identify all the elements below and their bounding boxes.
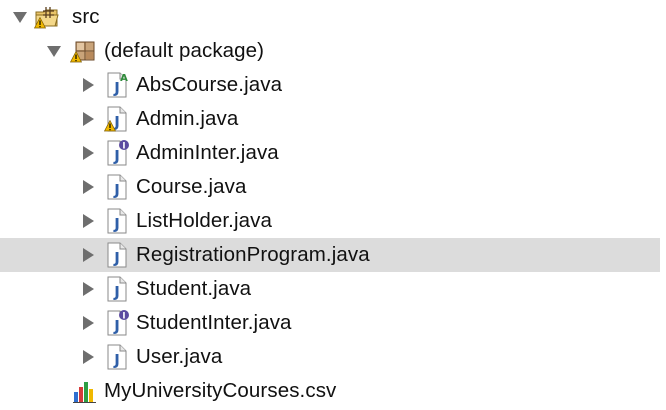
tree-row-file[interactable]: ListHolder.java [0,204,660,238]
java-file-icon [104,106,127,132]
tree-row-src[interactable]: src [0,0,660,34]
svg-text:I: I [122,142,125,152]
tree-row-file[interactable]: A AbsCourse.java [0,68,660,102]
tree-row-label: ListHolder.java [136,209,272,232]
tree-row-file[interactable]: Admin.java [0,102,660,136]
expand-chevron-right-icon[interactable] [80,77,96,93]
tree-row-label: User.java [136,345,223,368]
tree-row-file[interactable]: User.java [0,340,660,374]
expand-chevron-right-icon[interactable] [80,247,96,263]
java-file-icon [107,276,127,302]
source-folder-icon [34,7,59,29]
tree-row-file[interactable]: I StudentInter.java [0,306,660,340]
expand-chevron-down-icon[interactable] [12,9,28,25]
tree-row-label: Admin.java [136,107,239,130]
tree-row-label: StudentInter.java [136,311,292,334]
java-interface-icon: I [107,310,129,336]
expand-chevron-right-icon[interactable] [80,349,96,365]
expand-chevron-down-icon[interactable] [46,43,62,59]
java-interface-icon: I [107,140,129,166]
expand-chevron-right-icon[interactable] [80,145,96,161]
package-explorer: { "tree": { "src_folder": { "label": "sr… [0,0,666,410]
tree-row-file[interactable]: I AdminInter.java [0,136,660,170]
tree-row-label: AdminInter.java [136,141,279,164]
tree-row-label: Course.java [136,175,247,198]
expand-chevron-right-icon[interactable] [80,315,96,331]
tree-row-default-package[interactable]: (default package) [0,34,660,68]
tree-row-file[interactable]: Student.java [0,272,660,306]
tree-row-label: RegistrationProgram.java [136,243,370,266]
tree-row-csv-file[interactable]: MyUniversityCourses.csv [0,374,660,408]
tree-row-label: AbsCourse.java [136,73,283,96]
tree-row-file[interactable]: Course.java [0,170,660,204]
tree-row-label: MyUniversityCourses.csv [104,379,337,402]
tree-row-file-selected[interactable]: RegistrationProgram.java [0,238,660,272]
svg-text:I: I [122,312,125,322]
tree-row-label: (default package) [104,39,265,62]
java-abstract-class-icon: A [107,72,128,98]
csv-chart-icon [73,382,96,403]
java-file-icon [107,242,127,268]
expand-chevron-right-icon[interactable] [80,111,96,127]
expand-chevron-right-icon[interactable] [80,179,96,195]
tree-row-label: src [72,5,100,28]
java-file-icon [107,344,127,370]
java-file-icon [107,208,127,234]
tree-row-label: Student.java [136,277,252,300]
package-icon [70,41,95,63]
expand-chevron-right-icon[interactable] [80,281,96,297]
expand-chevron-right-icon[interactable] [80,213,96,229]
abstract-badge-icon: A [120,73,128,84]
java-file-icon [107,174,127,200]
